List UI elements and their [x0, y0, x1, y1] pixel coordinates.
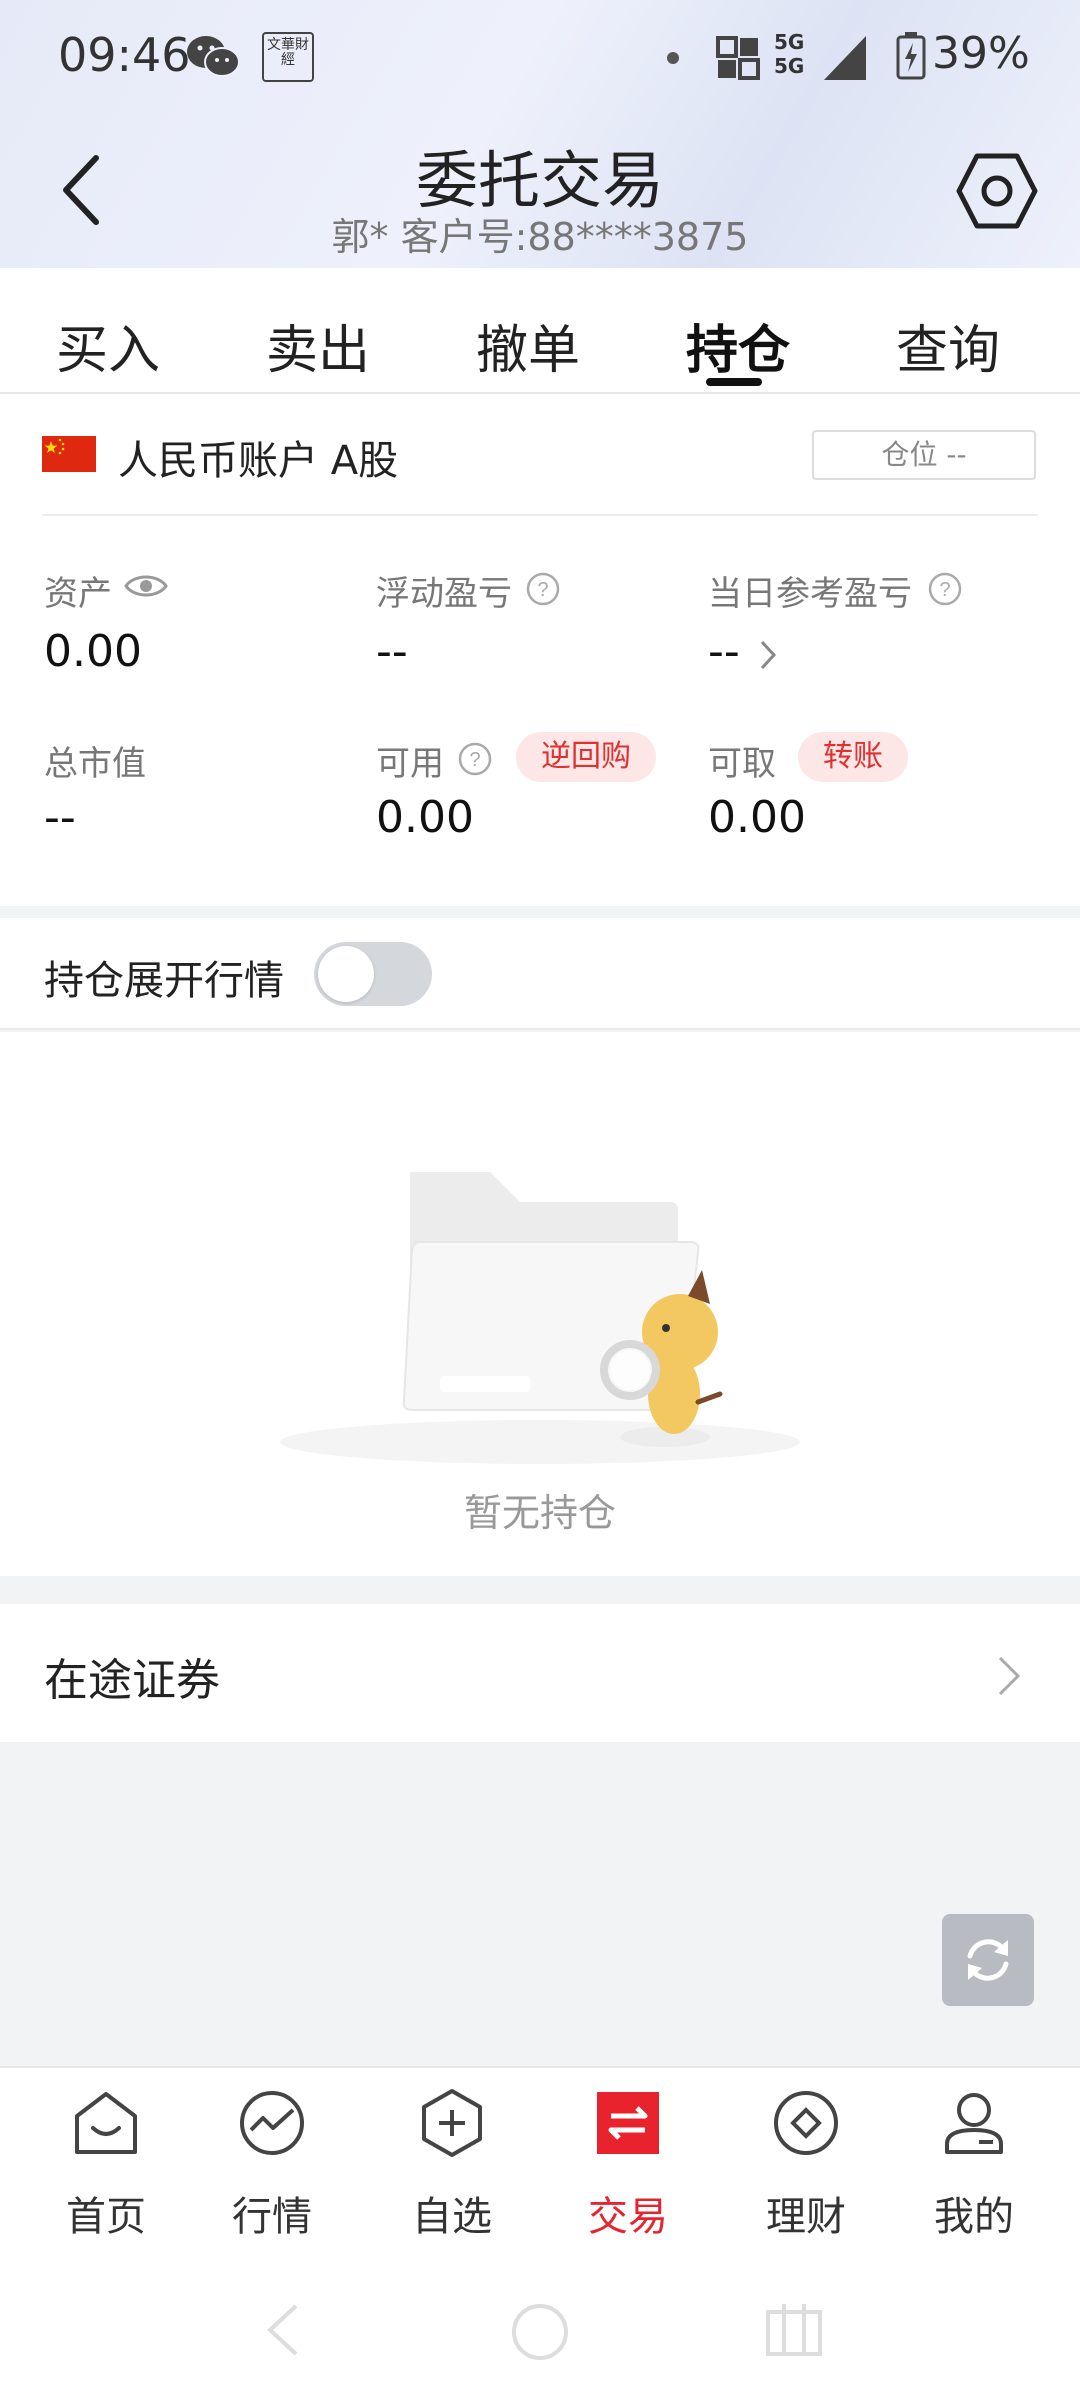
market-value-label: 总市值: [44, 744, 146, 784]
account-subtitle: 郭* 客户号:88****3875: [331, 215, 749, 259]
china-flag-icon: [42, 436, 96, 472]
system-home-icon[interactable]: [510, 2302, 570, 2362]
available-value: 0.00: [376, 792, 474, 843]
help-icon[interactable]: ?: [526, 572, 560, 606]
expand-quotes-row: 持仓展开行情: [0, 918, 1080, 1030]
eye-icon[interactable]: [124, 570, 168, 602]
floating-pl-label: 浮动盈亏: [376, 574, 512, 614]
account-type-label: 人民币账户 A股: [118, 438, 399, 484]
assets-label: 资产: [44, 574, 112, 614]
svg-text:?: ?: [939, 579, 950, 601]
news-app-icon: 文華財經: [262, 32, 314, 82]
system-recents-icon[interactable]: [764, 2300, 824, 2358]
header: 09:46 文華財經 5G 5G 39% 委托交易 郭* 客户号:88****3…: [0, 0, 1080, 268]
toggle-knob: [318, 946, 374, 1002]
refresh-icon: [967, 1939, 1009, 1981]
nav-label: 行情: [232, 2194, 312, 2240]
nav-label: 首页: [66, 2194, 146, 2240]
trade-icon: [597, 2092, 659, 2154]
watchlist-icon: [422, 2089, 482, 2157]
floating-pl-value: --: [376, 626, 408, 677]
chevron-right-icon[interactable]: [758, 638, 778, 672]
empty-state-text: 暂无持仓: [463, 1491, 616, 1535]
withdrawable-value: 0.00: [708, 792, 806, 843]
chevron-right-icon: [998, 1656, 1021, 1696]
expand-quotes-toggle[interactable]: [314, 942, 432, 1006]
tab-sell[interactable]: 卖出: [266, 308, 370, 383]
empty-positions: 暂无持仓: [0, 1032, 1080, 1576]
battery-icon: [896, 32, 926, 80]
screen: 09:46 文華財經 5G 5G 39% 委托交易 郭* 客户号:88****3…: [0, 0, 1080, 2400]
transfer-button[interactable]: 转账: [798, 732, 908, 782]
profile-icon: [945, 2093, 1003, 2154]
nav-label: 理财: [766, 2194, 846, 2240]
nav-label: 自选: [412, 2194, 492, 2240]
position-button[interactable]: 仓位 --: [812, 430, 1036, 480]
divider: [42, 514, 1038, 516]
status-time: 09:46: [58, 28, 191, 82]
help-icon[interactable]: ?: [928, 572, 962, 606]
nav-label: 交易: [588, 2194, 668, 2240]
withdrawable-label: 可取: [708, 744, 776, 784]
status-bar: 09:46 文華財經 5G 5G 39%: [0, 0, 1080, 116]
reverse-repo-button[interactable]: 逆回购: [516, 732, 656, 782]
nfc-icon: [716, 36, 760, 80]
svg-text:?: ?: [469, 749, 480, 771]
account-summary: 人民币账户 A股 仓位 -- 资产 0.00 浮动盈亏 ? -- 当日参考盈亏 …: [0, 394, 1080, 906]
tab-buy[interactable]: 买入: [56, 308, 160, 383]
tab-positions[interactable]: 持仓: [686, 308, 790, 383]
notification-dot-icon: [667, 52, 679, 64]
battery-level: 39%: [932, 28, 1030, 79]
daily-pl-label: 当日参考盈亏: [708, 574, 912, 614]
daily-pl-value[interactable]: --: [708, 626, 740, 677]
nav-label: 我的: [934, 2194, 1014, 2240]
svg-text:?: ?: [537, 579, 548, 601]
expand-quotes-label: 持仓展开行情: [44, 958, 284, 1004]
signal-icon: [824, 36, 866, 80]
trade-tabs: 买入 卖出 撤单 持仓 查询: [0, 268, 1080, 394]
available-label: 可用: [376, 744, 444, 784]
market-icon: [240, 2091, 304, 2155]
tab-cancel[interactable]: 撤单: [476, 308, 580, 383]
assets-value: 0.00: [44, 626, 142, 677]
network-indicator: 5G 5G: [774, 30, 805, 78]
wealth-icon: [774, 2091, 838, 2155]
in-transit-label: 在途证券: [44, 1655, 220, 1706]
tab-query[interactable]: 查询: [896, 308, 1000, 383]
system-back-icon[interactable]: [262, 2302, 302, 2358]
wechat-icon: [187, 36, 240, 77]
active-tab-indicator: [706, 378, 762, 386]
market-value-value: --: [44, 792, 76, 843]
home-icon: [75, 2092, 137, 2154]
settings-icon[interactable]: [956, 150, 1038, 232]
refresh-button[interactable]: [942, 1914, 1034, 2006]
in-transit-securities-row[interactable]: 在途证券: [0, 1604, 1080, 1742]
empty-folder-illustration: [280, 1172, 800, 1464]
help-icon[interactable]: ?: [458, 742, 492, 776]
system-navigation-bar: [0, 2240, 1080, 2400]
